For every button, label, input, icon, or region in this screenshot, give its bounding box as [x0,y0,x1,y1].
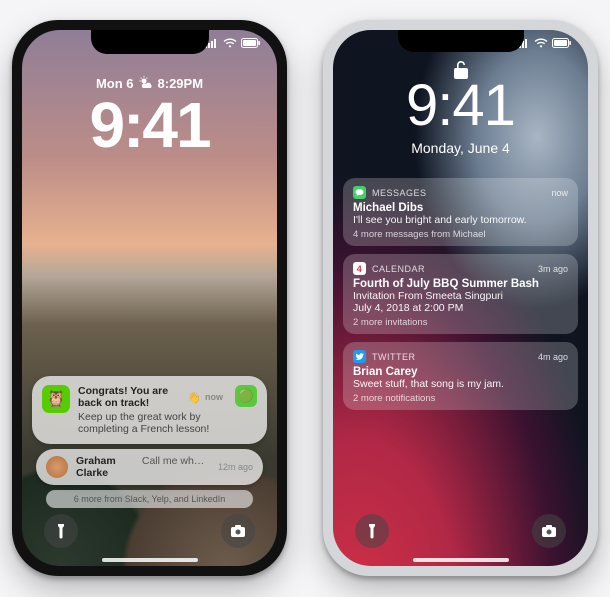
notification-more: 2 more notifications [353,393,568,404]
duolingo-app-icon: 🦉 [42,385,70,413]
notification-body: Sweet stuff, that song is my jam. [353,378,568,390]
quick-actions [22,514,277,548]
notification-card[interactable]: MESSAGES now Michael Dibs I'll see you b… [343,178,578,246]
phone-left: Mon 6 8:29PM 9:41 🦉 Congrats! You are ba… [12,20,287,576]
notification-time: 12m ago [218,462,253,472]
notification-app-name: CALENDAR [372,264,425,274]
twitter-app-icon [353,350,366,363]
notification-more: 4 more messages from Michael [353,229,568,240]
notification-title: Brian Carey [353,366,568,378]
notification-body: Keep up the great work by completing a F… [78,411,223,435]
quick-actions [333,514,588,548]
lockscreen-time: 9:41 [22,88,277,162]
lockscreen-left: Mon 6 8:29PM 9:41 🦉 Congrats! You are ba… [22,30,277,566]
lockscreen-date: Monday, June 4 [333,140,588,156]
notification-header: MESSAGES now [353,186,568,199]
status-bar [516,38,572,48]
notch [398,30,524,52]
notification-stack: 🦉 Congrats! You are back on track! 👋 now… [32,376,267,508]
notification-card[interactable]: TWITTER 4m ago Brian Carey Sweet stuff, … [343,342,578,410]
notch [91,30,209,54]
notification-preview: Call me when y… [142,455,210,467]
notification-time: 4m ago [538,352,568,362]
phone-right: 9:41 Monday, June 4 MESSAGES now Michael… [323,20,598,576]
battery-icon [241,38,261,48]
notification-more-summary[interactable]: 6 more from Slack, Yelp, and LinkedIn [46,490,253,508]
status-bar [205,38,261,48]
notification-time: 3m ago [538,264,568,274]
notification-body-line2: July 4, 2018 at 2:00 PM [353,302,568,314]
contact-avatar [46,456,68,478]
notification-time: now [551,188,568,198]
camera-button[interactable] [532,514,566,548]
duolingo-owl-icon: 🟢 [235,385,257,407]
notification-header: TWITTER 4m ago [353,350,568,363]
notification-card[interactable]: 4 CALENDAR 3m ago Fourth of July BBQ Sum… [343,254,578,334]
wifi-icon [223,38,237,48]
notification-time: now [205,392,223,402]
notification-stack: MESSAGES now Michael Dibs I'll see you b… [343,178,578,418]
notification-card[interactable]: Graham Clarke Call me when y… 12m ago [36,449,263,485]
notification-app-name: TWITTER [372,352,416,362]
home-indicator[interactable] [102,558,198,562]
lockscreen-right: 9:41 Monday, June 4 MESSAGES now Michael… [333,30,588,566]
notification-header: 4 CALENDAR 3m ago [353,262,568,275]
home-indicator[interactable] [413,558,509,562]
notification-title: Fourth of July BBQ Summer Bash [353,278,568,290]
notification-title-row: Congrats! You are back on track! 👋 now [78,385,223,409]
unlock-icon [453,60,469,85]
notification-title: Congrats! You are back on track! [78,385,184,409]
notification-sender: Graham Clarke [76,455,138,479]
notification-card[interactable]: 🦉 Congrats! You are back on track! 👋 now… [32,376,267,444]
notification-body: Invitation From Smeeta Singpuri [353,290,568,302]
messages-app-icon [353,186,366,199]
battery-icon [552,38,572,48]
wifi-icon [534,38,548,48]
notification-title: Michael Dibs [353,202,568,214]
notification-app-name: MESSAGES [372,188,427,198]
notification-body: I'll see you bright and early tomorrow. [353,214,568,226]
wave-emoji-icon: 👋 [188,391,201,404]
flashlight-button[interactable] [355,514,389,548]
calendar-app-icon: 4 [353,262,366,275]
flashlight-button[interactable] [44,514,78,548]
camera-button[interactable] [221,514,255,548]
notification-more: 2 more invitations [353,317,568,328]
